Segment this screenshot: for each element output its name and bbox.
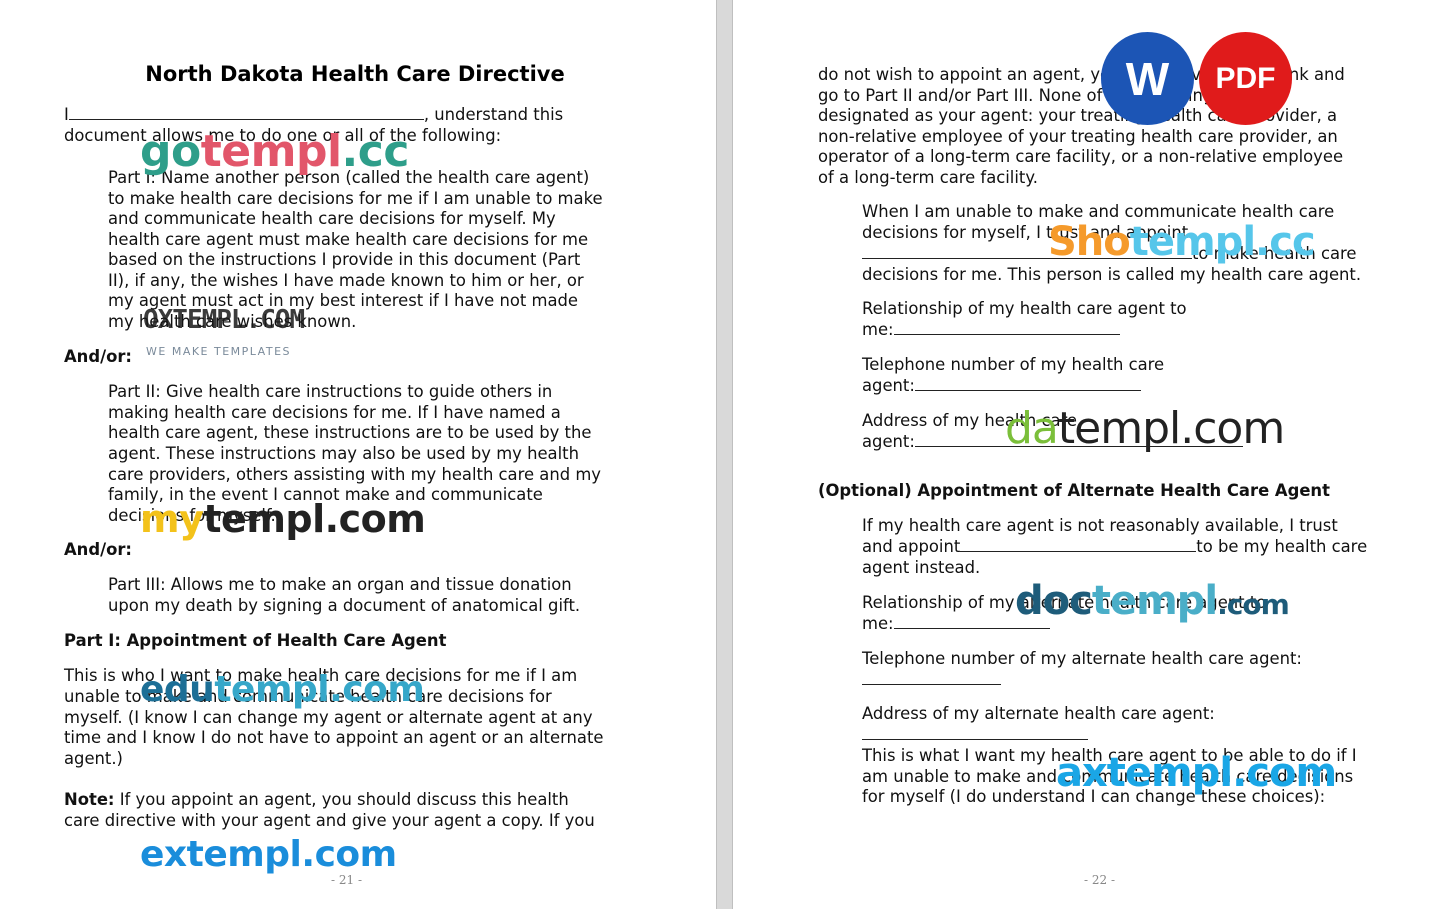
text-line: health care agent must make health care … (108, 230, 589, 249)
relationship-blank[interactable] (893, 320, 1120, 335)
relationship-line-2: me: (862, 320, 1120, 341)
telephone-blank[interactable] (914, 376, 1141, 391)
alt-line-1: If my health care agent is not reasonabl… (862, 516, 1338, 535)
pdf-download-icon[interactable]: PDF (1199, 32, 1292, 125)
document-page-21: North Dakota Health Care Directive I, un… (0, 0, 716, 909)
text-line: of a long-term care facility. (818, 168, 1038, 187)
text-line: time and I know I do not have to appoint… (64, 728, 604, 747)
axtempl-watermark: axtempl.com (1056, 750, 1337, 796)
text-line: making health care decisions for me. If … (108, 403, 561, 422)
alt-line-3: agent instead. (862, 558, 981, 577)
datempl-watermark: datempl.com (1005, 403, 1285, 454)
word-download-icon[interactable]: W (1101, 32, 1194, 125)
text-line: agent. These instructions may also be us… (108, 444, 579, 463)
text-line: to make health care decisions for me if … (108, 189, 603, 208)
text-line: Part II: Give health care instructions t… (108, 382, 553, 401)
alt-telephone-line-2 (862, 670, 1001, 691)
doctempl-watermark: doctempl.com (1015, 578, 1290, 624)
relationship-label: Relationship of my health care agent to (862, 299, 1187, 318)
text-line: non-relative employee of your treating h… (818, 127, 1338, 146)
alt-address-line-2 (862, 725, 1088, 746)
name-blank[interactable] (68, 105, 424, 120)
document-title: North Dakota Health Care Directive (145, 62, 565, 86)
alt-telephone-blank[interactable] (862, 670, 1001, 685)
note-line-1: Note: If you appoint an agent, you shoul… (64, 790, 569, 809)
section-heading-part1: Part I: Appointment of Health Care Agent (64, 631, 447, 650)
text-line: agent.) (64, 749, 123, 768)
gotempl-watermark: gotempl.cc (140, 126, 409, 177)
oxtempl-tagline: WE MAKE TEMPLATES (146, 345, 291, 358)
mytempl-watermark: mytempl.com (140, 497, 426, 541)
alt-address-label: Address of my alternate health care agen… (862, 704, 1215, 723)
oxtempl-watermark: OXTEMPL.COM (143, 305, 305, 335)
edutempl-watermark: edutempl.com (140, 669, 425, 710)
text-line: Part III: Allows me to make an organ and… (108, 575, 572, 594)
alt-address-blank[interactable] (862, 725, 1088, 740)
telephone-label: Telephone number of my health care (862, 355, 1165, 374)
text-line: myself. (I know I can change my agent or… (64, 708, 593, 727)
note-line-2: care directive with your agent and give … (64, 811, 595, 830)
telephone-line-2: agent: (862, 376, 1141, 397)
text-line: upon my death by signing a document of a… (108, 596, 581, 615)
appoint-line-4: decisions for me. This person is called … (862, 265, 1362, 284)
text-line: health care agent, these instructions ar… (108, 423, 592, 442)
alt-line-2: and appoint to be my health care (862, 537, 1368, 556)
alt-telephone-label: Telephone number of my alternate health … (862, 649, 1302, 668)
extempl-watermark: extempl.com (140, 834, 397, 875)
page-number: - 22 - (1084, 873, 1116, 887)
and-or-label-1: And/or: (64, 347, 132, 366)
shotempl-watermark: Shotempl.cc (1048, 219, 1316, 265)
text-line: operator of a long-term care facility, o… (818, 147, 1344, 166)
page-gutter (716, 0, 733, 909)
section-heading-optional: (Optional) Appointment of Alternate Heal… (818, 481, 1330, 500)
text-line: based on the instructions I provide in t… (108, 250, 581, 269)
text-line: II), if any, the wishes I have made know… (108, 271, 584, 290)
and-or-label-2: And/or: (64, 540, 132, 559)
page-number: - 21 - (331, 873, 363, 887)
alt-agent-name-blank[interactable] (960, 537, 1197, 552)
intro-line-1: I, understand this (64, 105, 564, 124)
document-page-22: do not wish to appoint an agent, you may… (733, 0, 1433, 909)
text-line: care providers, others assisting with my… (108, 465, 601, 484)
text-line: and communicate health care decisions fo… (108, 209, 556, 228)
